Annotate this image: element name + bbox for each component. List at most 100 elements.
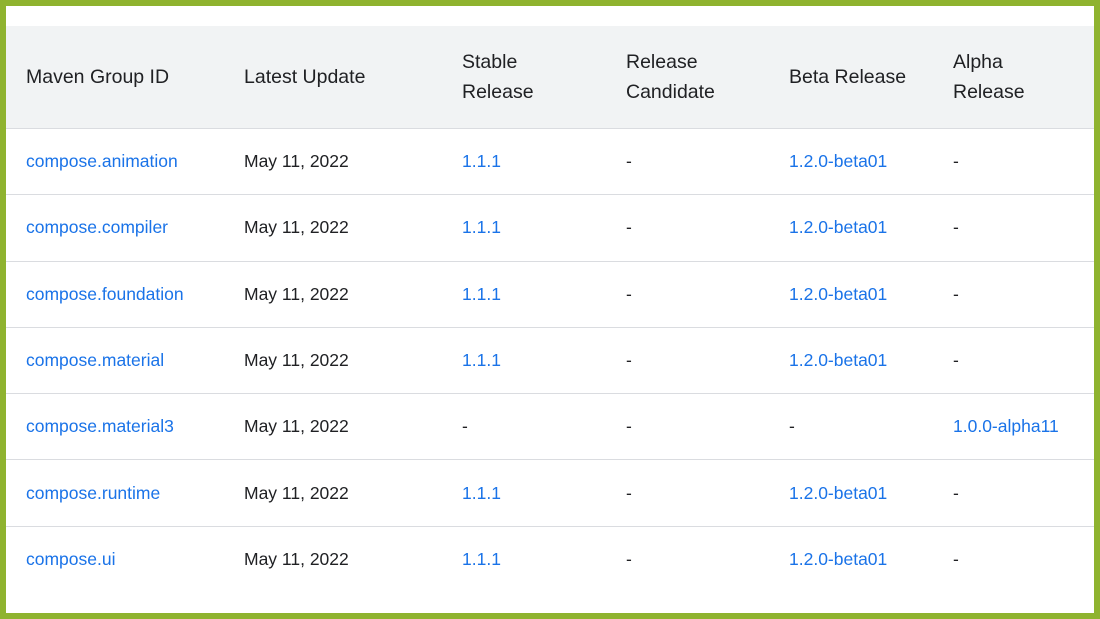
table-body: compose.animation May 11, 2022 1.1.1 - 1.2.0… xyxy=(6,129,1094,593)
cell-alpha-release-text: - xyxy=(953,217,959,238)
cell-group-id-link[interactable]: compose.compiler xyxy=(26,217,168,238)
cell-release-candidate-text: - xyxy=(626,217,632,238)
cell-beta-release-link[interactable]: 1.2.0-beta01 xyxy=(789,284,887,305)
cell-latest-update-text: May 11, 2022 xyxy=(244,217,349,238)
cell-latest-update: May 11, 2022 xyxy=(224,460,442,525)
cell-alpha-release: - xyxy=(933,129,1094,194)
cell-release-candidate: - xyxy=(606,394,769,459)
cell-alpha-release: 1.0.0-alpha11 xyxy=(933,394,1094,459)
cell-beta-release-link[interactable]: 1.2.0-beta01 xyxy=(789,549,887,570)
cell-stable-release: 1.1.1 xyxy=(442,129,606,194)
cell-group-id: compose.ui xyxy=(6,527,224,593)
header-stable-release: Stable Release xyxy=(462,51,534,103)
cell-release-candidate-text: - xyxy=(626,549,632,570)
cell-group-id-link[interactable]: compose.foundation xyxy=(26,284,184,305)
table-row: compose.material May 11, 2022 1.1.1 - 1.2.0-… xyxy=(6,328,1094,395)
frame: Maven Group ID Latest Update Stable Rele… xyxy=(0,0,1100,619)
cell-alpha-release-text: - xyxy=(953,151,959,172)
cell-group-id: compose.animation xyxy=(6,129,224,194)
cell-group-id: compose.material3 xyxy=(6,394,224,459)
cell-stable-release: 1.1.1 xyxy=(442,328,606,393)
cell-beta-release: 1.2.0-beta01 xyxy=(769,527,933,593)
table-row: compose.material3 May 11, 2022 - - - 1.0.0-al… xyxy=(6,394,1094,461)
cell-beta-release-text: - xyxy=(789,416,795,437)
cell-beta-release: 1.2.0-beta01 xyxy=(769,460,933,525)
cell-group-id: compose.compiler xyxy=(6,195,224,260)
header-release-candidate: Release Candidate xyxy=(626,51,715,103)
cell-stable-release-link[interactable]: 1.1.1 xyxy=(462,151,501,172)
cell-stable-release-text: - xyxy=(462,416,468,437)
cell-stable-release-link[interactable]: 1.1.1 xyxy=(462,483,501,504)
cell-stable-release: - xyxy=(442,394,606,459)
cell-alpha-release: - xyxy=(933,262,1094,327)
cell-beta-release-link[interactable]: 1.2.0-beta01 xyxy=(789,217,887,238)
cell-beta-release: 1.2.0-beta01 xyxy=(769,328,933,393)
cell-release-candidate: - xyxy=(606,262,769,327)
cell-latest-update-text: May 11, 2022 xyxy=(244,350,349,371)
cell-release-candidate-text: - xyxy=(626,283,632,304)
cell-group-id-link[interactable]: compose.animation xyxy=(26,151,178,172)
cell-alpha-release: - xyxy=(933,195,1094,260)
cell-latest-update-text: May 11, 2022 xyxy=(244,151,349,172)
cell-latest-update: May 11, 2022 xyxy=(224,262,442,327)
releases-table: Maven Group ID Latest Update Stable Rele… xyxy=(6,26,1094,593)
table-row: compose.compiler May 11, 2022 1.1.1 - 1.2.0-… xyxy=(6,195,1094,262)
cell-beta-release-link[interactable]: 1.2.0-beta01 xyxy=(789,350,887,371)
cell-stable-release-link[interactable]: 1.1.1 xyxy=(462,549,501,570)
cell-group-id-link[interactable]: compose.ui xyxy=(26,549,116,570)
cell-group-id-link[interactable]: compose.material3 xyxy=(26,416,174,437)
cell-alpha-release-text: - xyxy=(953,482,959,503)
table-row: compose.animation May 11, 2022 1.1.1 - 1.2.0… xyxy=(6,129,1094,196)
header-latest-update: Latest Update xyxy=(244,66,366,88)
cell-alpha-release: - xyxy=(933,460,1094,525)
cell-release-candidate-text: - xyxy=(626,482,632,503)
cell-beta-release: 1.2.0-beta01 xyxy=(769,195,933,260)
cell-release-candidate-text: - xyxy=(626,151,632,172)
cell-stable-release-link[interactable]: 1.1.1 xyxy=(462,350,501,371)
cell-latest-update-text: May 11, 2022 xyxy=(244,283,349,304)
header-maven-group-id: Maven Group ID xyxy=(26,66,170,88)
cell-latest-update-text: May 11, 2022 xyxy=(244,482,349,503)
cell-latest-update: May 11, 2022 xyxy=(224,527,442,593)
cell-release-candidate: - xyxy=(606,129,769,194)
cell-release-candidate: - xyxy=(606,460,769,525)
cell-latest-update: May 11, 2022 xyxy=(224,328,442,393)
cell-beta-release: 1.2.0-beta01 xyxy=(769,129,933,194)
table-row: compose.foundation May 11, 2022 1.1.1 - 1.2.… xyxy=(6,262,1094,328)
cell-stable-release: 1.1.1 xyxy=(442,262,606,327)
header-beta-release: Beta Release xyxy=(789,66,907,88)
cell-beta-release-link[interactable]: 1.2.0-beta01 xyxy=(789,151,887,172)
cell-release-candidate-text: - xyxy=(626,416,632,437)
cell-group-id-link[interactable]: compose.runtime xyxy=(26,483,160,504)
cell-stable-release-link[interactable]: 1.1.1 xyxy=(462,284,501,305)
cell-release-candidate: - xyxy=(606,328,769,393)
cell-latest-update-text: May 11, 2022 xyxy=(244,416,349,437)
cell-alpha-release-text: - xyxy=(953,283,959,304)
cell-stable-release-link[interactable]: 1.1.1 xyxy=(462,217,501,238)
cell-alpha-release: - xyxy=(933,328,1094,393)
table-row: compose.runtime May 11, 2022 1.1.1 - 1.2.0-b… xyxy=(6,460,1094,527)
cell-latest-update: May 11, 2022 xyxy=(224,195,442,260)
cell-alpha-release-text: - xyxy=(953,350,959,371)
cell-stable-release: 1.1.1 xyxy=(442,195,606,260)
cell-beta-release: - xyxy=(769,394,933,459)
cell-release-candidate: - xyxy=(606,195,769,260)
cell-alpha-release-link[interactable]: 1.0.0-alpha11 xyxy=(953,416,1059,437)
cell-group-id-link[interactable]: compose.material xyxy=(26,350,164,371)
table-header: Maven Group ID Latest Update Stable Rele… xyxy=(6,26,1094,129)
cell-group-id: compose.material xyxy=(6,328,224,393)
cell-release-candidate: - xyxy=(606,527,769,593)
cell-alpha-release-text: - xyxy=(953,549,959,570)
cell-group-id: compose.runtime xyxy=(6,460,224,525)
cell-release-candidate-text: - xyxy=(626,350,632,371)
cell-stable-release: 1.1.1 xyxy=(442,460,606,525)
header-alpha-release: Alpha Release xyxy=(953,51,1025,103)
cell-latest-update: May 11, 2022 xyxy=(224,129,442,194)
table-row: compose.ui May 11, 2022 1.1.1 - 1.2.0-beta01… xyxy=(6,527,1094,593)
cell-group-id: compose.foundation xyxy=(6,262,224,327)
cell-latest-update: May 11, 2022 xyxy=(224,394,442,459)
cell-stable-release: 1.1.1 xyxy=(442,527,606,593)
cell-latest-update-text: May 11, 2022 xyxy=(244,549,349,570)
cell-beta-release: 1.2.0-beta01 xyxy=(769,262,933,327)
cell-beta-release-link[interactable]: 1.2.0-beta01 xyxy=(789,483,887,504)
